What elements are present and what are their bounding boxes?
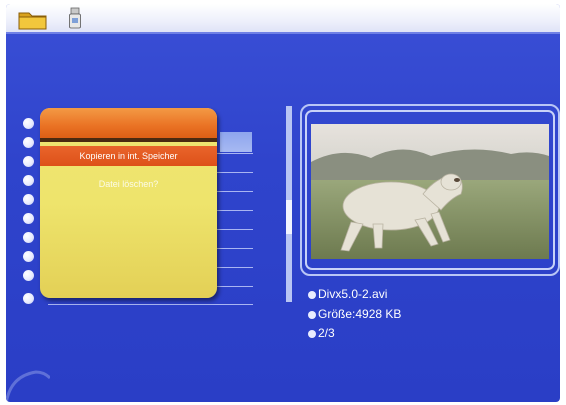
copy-to-internal-memory-option[interactable]: Kopieren in int. Speicher <box>40 146 217 166</box>
delete-file-option[interactable]: Datei löschen? <box>40 176 217 192</box>
folder-icon[interactable] <box>18 8 48 30</box>
file-list-bullet <box>23 137 34 148</box>
file-position: 2/3 <box>318 326 335 340</box>
file-position-line: 2/3 <box>308 325 335 341</box>
source-bar <box>6 4 560 34</box>
file-list-bullet <box>23 175 34 186</box>
info-bullet <box>308 291 316 299</box>
file-name: Divx5.0-2.avi <box>318 287 388 301</box>
file-name-line: Divx5.0-2.avi <box>308 286 387 302</box>
popup-divider <box>40 138 217 142</box>
video-thumbnail <box>311 124 549 259</box>
media-player-screen: Kopieren in int. Speicher Datei löschen? <box>6 4 560 402</box>
info-bullet <box>308 330 316 338</box>
file-list-bullet <box>23 156 34 167</box>
file-size-line: Größe:4928 KB <box>308 306 401 322</box>
file-options-popup: Kopieren in int. Speicher Datei löschen? <box>40 108 217 298</box>
file-list-bullet <box>23 213 34 224</box>
file-size: Größe:4928 KB <box>318 307 402 321</box>
file-list-bullet <box>23 194 34 205</box>
file-list-bullet <box>23 118 34 129</box>
file-list-bullet <box>23 251 34 262</box>
file-list-bullet <box>23 270 34 281</box>
info-bullet <box>308 311 316 319</box>
corner-decoration <box>6 370 50 402</box>
scrollbar-thumb[interactable] <box>286 200 292 234</box>
usb-stick-icon[interactable] <box>68 7 82 29</box>
popup-header <box>40 108 217 138</box>
file-list-row[interactable] <box>48 304 253 305</box>
selected-file-row[interactable] <box>220 132 252 152</box>
file-list-bullet <box>23 232 34 243</box>
file-list-bullet <box>23 293 34 304</box>
